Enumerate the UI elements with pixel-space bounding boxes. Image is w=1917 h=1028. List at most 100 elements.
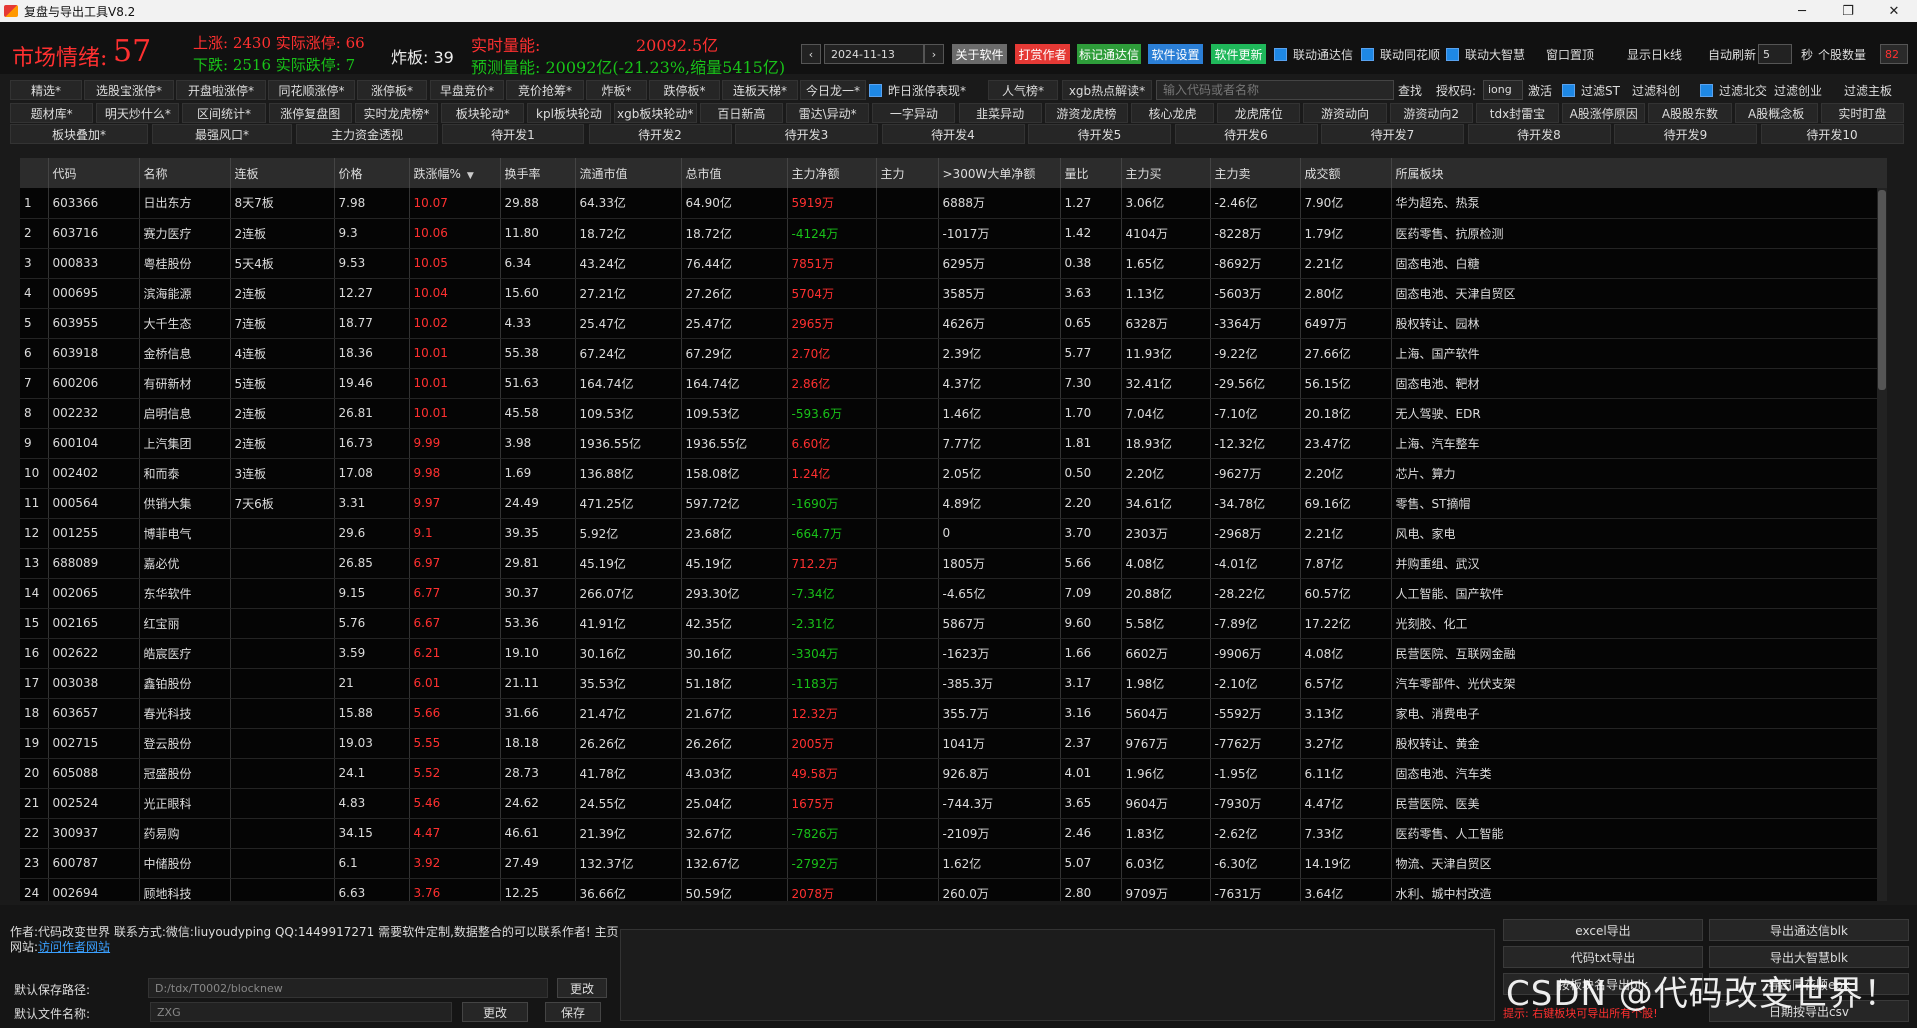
nav-9-button[interactable]: 跌停板*	[649, 80, 720, 100]
nav-row2-6-button[interactable]: 板块轮动*	[441, 103, 525, 123]
col-header-14[interactable]: 主力卖	[1210, 158, 1301, 188]
nav-row2-15-button[interactable]: 龙虎席位	[1217, 103, 1301, 123]
table-row[interactable]: 10 002402 和而泰 3连板 17.08 9.98 1.69 136.88亿 158.08…	[20, 458, 1887, 489]
nav-row2-9-button[interactable]: 百日新高	[699, 103, 784, 123]
table-row[interactable]: 14 002065 东华软件 9.15 6.77 30.37 266.07亿 293.30亿 -…	[20, 578, 1887, 609]
search-input[interactable]	[1156, 80, 1394, 100]
nav-row2-4-button[interactable]: 涨停复盘图	[268, 103, 352, 123]
nav-row2-20-button[interactable]: A股股东数	[1648, 103, 1732, 123]
nav-row3-3-button[interactable]: 主力资金透视	[296, 124, 438, 144]
table-row[interactable]: 9 600104 上汽集团 2连板 16.73 9.99 3.98 1936.55亿 1936.…	[20, 428, 1887, 459]
col-header-16[interactable]: 所属板块	[1391, 158, 1887, 188]
search-button[interactable]: 查找	[1398, 80, 1432, 100]
donate-author-button[interactable]: 打赏作者	[1015, 44, 1070, 64]
nav-row2-1-button[interactable]: 题材库*	[10, 103, 94, 123]
date-picker[interactable]: 2024-11-13	[824, 44, 924, 64]
nav-row2-22-button[interactable]: 实时盯盘	[1820, 103, 1904, 123]
save-path-input[interactable]: D:/tdx/T0002/blocknew	[148, 978, 548, 998]
nav-row2-5-button[interactable]: 实时龙虎榜*	[354, 103, 439, 123]
nav-row3-8-button[interactable]: 待开发5	[1028, 124, 1171, 144]
activate-button[interactable]: 激活	[1528, 80, 1552, 100]
minimize-button[interactable]: ─	[1779, 0, 1825, 22]
software-settings-button[interactable]: 软件设置	[1148, 44, 1203, 64]
nav-6-button[interactable]: 早盘竞价*	[430, 80, 504, 100]
change-path-button[interactable]: 更改	[557, 978, 607, 998]
table-row[interactable]: 2 603716 赛力医疗 2连板 9.3 10.06 11.80 18.72亿 18.72亿 -…	[20, 218, 1887, 249]
col-header-1[interactable]: 代码	[48, 158, 140, 188]
mark-tdx-button[interactable]: 标记通达信	[1077, 44, 1141, 64]
software-update-button[interactable]: 软件更新	[1211, 44, 1266, 64]
close-button[interactable]: ✕	[1871, 0, 1917, 22]
col-header-9[interactable]: 主力净额	[787, 158, 877, 188]
prev-date-button[interactable]: ‹	[801, 44, 821, 64]
nav-8-button[interactable]: 炸板*	[586, 80, 647, 100]
code-txt-export-button[interactable]: 代码txt导出	[1503, 946, 1703, 968]
col-header-5[interactable]: 跌涨幅% ▼	[409, 158, 501, 188]
filter-4-checkbox[interactable]: 过滤创业	[1770, 80, 1822, 100]
link-tdx-checkbox[interactable]: 联动通达信	[1274, 46, 1353, 63]
table-row[interactable]: 3 000833 粤桂股份 5天4板 9.53 10.05 6.34 43.24亿 76.44亿…	[20, 248, 1887, 279]
col-header-6[interactable]: 换手率	[500, 158, 576, 188]
table-row[interactable]: 12 001255 博菲电气 29.6 9.1 39.35 5.92亿 23.68亿 -664.…	[20, 518, 1887, 549]
nav-4-button[interactable]: 同花顺涨停*	[268, 80, 355, 100]
nav-row2-16-button[interactable]: 游资动向	[1303, 103, 1387, 123]
table-row[interactable]: 18 603657 春光科技 15.88 5.66 31.66 21.47亿 21.67亿 12…	[20, 698, 1887, 729]
table-row[interactable]: 13 688089 嘉必优 26.85 6.97 29.81 45.19亿 45.19亿 712…	[20, 548, 1887, 579]
auth-code-input[interactable]: iong	[1483, 80, 1523, 100]
auto-refresh-toggle[interactable]: 自动刷新	[1708, 46, 1756, 63]
nav-row2-3-button[interactable]: 区间统计*	[182, 103, 266, 123]
col-header-13[interactable]: 主力买	[1121, 158, 1211, 188]
show-kline-toggle[interactable]: 显示日k线	[1627, 46, 1682, 63]
col-header-12[interactable]: 量比	[1060, 158, 1122, 188]
nav-3-button[interactable]: 开盘啦涨停*	[176, 80, 266, 100]
nav-row2-14-button[interactable]: 核心龙虎	[1130, 103, 1215, 123]
nav-row2-7-button[interactable]: kpl板块轮动	[527, 103, 611, 123]
table-row[interactable]: 23 600787 中储股份 6.1 3.92 27.49 132.37亿 132.67亿 -2…	[20, 848, 1887, 879]
nav-5-button[interactable]: 涨停板*	[357, 80, 427, 100]
nav-row3-11-button[interactable]: 待开发8	[1467, 124, 1611, 144]
table-row[interactable]: 6 603918 金桥信息 4连板 18.36 10.01 55.38 67.24亿 67.29…	[20, 338, 1887, 369]
nav-row2-18-button[interactable]: tdx封雷宝	[1475, 103, 1560, 123]
table-row[interactable]: 5 603955 大千生态 7连板 18.77 10.02 4.33 25.47亿 25.47亿…	[20, 308, 1887, 339]
table-row[interactable]: 7 600206 有研新材 5连板 19.46 10.01 51.63 164.74亿 164.…	[20, 368, 1887, 399]
table-row[interactable]: 16 002622 皓宸医疗 3.59 6.21 19.10 30.16亿 30.16亿 -33…	[20, 638, 1887, 669]
filter-2-checkbox[interactable]: 过滤科创	[1628, 80, 1680, 100]
maximize-button[interactable]: ❐	[1825, 0, 1871, 22]
table-row[interactable]: 19 002715 登云股份 19.03 5.55 18.18 26.26亿 26.26亿 20…	[20, 728, 1887, 759]
filter-1-checkbox[interactable]: 过滤ST	[1562, 80, 1620, 100]
nav-row2-11-button[interactable]: 一字异动	[872, 103, 956, 123]
nav-row3-4-button[interactable]: 待开发1	[442, 124, 584, 144]
col-header-4[interactable]: 价格	[334, 158, 410, 188]
excel-export-button[interactable]: excel导出	[1503, 919, 1703, 941]
nav-11-button[interactable]: 今日龙一*	[800, 80, 866, 100]
yesterday-limitup-checkbox[interactable]: 昨日涨停表现*	[869, 80, 966, 100]
nav-row3-7-button[interactable]: 待开发4	[881, 124, 1025, 144]
table-row[interactable]: 17 003038 鑫铂股份 21 6.01 21.11 35.53亿 51.18亿 -1183…	[20, 668, 1887, 699]
window-top-toggle[interactable]: 窗口置顶	[1546, 46, 1594, 63]
about-software-button[interactable]: 关于软件	[952, 44, 1007, 64]
nav-10-button[interactable]: 连板天梯*	[722, 80, 798, 100]
table-row[interactable]: 22 300937 药易购 34.15 4.47 46.61 21.39亿 32.67亿 -78…	[20, 818, 1887, 849]
export-dzh-blk-button[interactable]: 导出大智慧blk	[1709, 946, 1909, 968]
table-row[interactable]: 8 002232 启明信息 2连板 26.81 10.01 45.58 109.53亿 109.…	[20, 398, 1887, 429]
nav-7-button[interactable]: 竞价抢筹*	[506, 80, 584, 100]
nav-row2-21-button[interactable]: A股概念板	[1734, 103, 1818, 123]
table-row[interactable]: 24 002694 顾地科技 6.63 3.76 12.25 36.66亿 50.59亿 207…	[20, 878, 1887, 901]
file-name-input[interactable]: ZXG	[150, 1002, 452, 1022]
col-header-15[interactable]: 成交额	[1300, 158, 1392, 188]
nav-row3-5-button[interactable]: 待开发2	[588, 124, 732, 144]
nav-row3-9-button[interactable]: 待开发6	[1174, 124, 1318, 144]
filter-5-checkbox[interactable]: 过滤主板	[1840, 80, 1892, 100]
nav-row3-10-button[interactable]: 待开发7	[1321, 124, 1464, 144]
table-row[interactable]: 1 603366 日出东方 8天7板 7.98 10.07 29.88 64.33亿 64.90…	[20, 188, 1887, 219]
table-scrollbar[interactable]	[1877, 188, 1887, 901]
nav-row2-13-button[interactable]: 游资龙虎榜	[1044, 103, 1128, 123]
nav-row2-12-button[interactable]: 韭菜异动	[958, 103, 1042, 123]
table-row[interactable]: 20 605088 冠盛股份 24.1 5.52 28.73 41.78亿 43.03亿 49.…	[20, 758, 1887, 789]
author-website-link[interactable]: 访问作者网站	[38, 940, 110, 954]
change-file-name-button[interactable]: 更改	[462, 1002, 528, 1022]
col-header-10[interactable]: 主力	[876, 158, 939, 188]
col-header-0[interactable]	[20, 158, 49, 188]
nav-row2-10-button[interactable]: 雷达\异动*	[786, 103, 870, 123]
col-header-11[interactable]: >300W大单净额	[938, 158, 1061, 188]
